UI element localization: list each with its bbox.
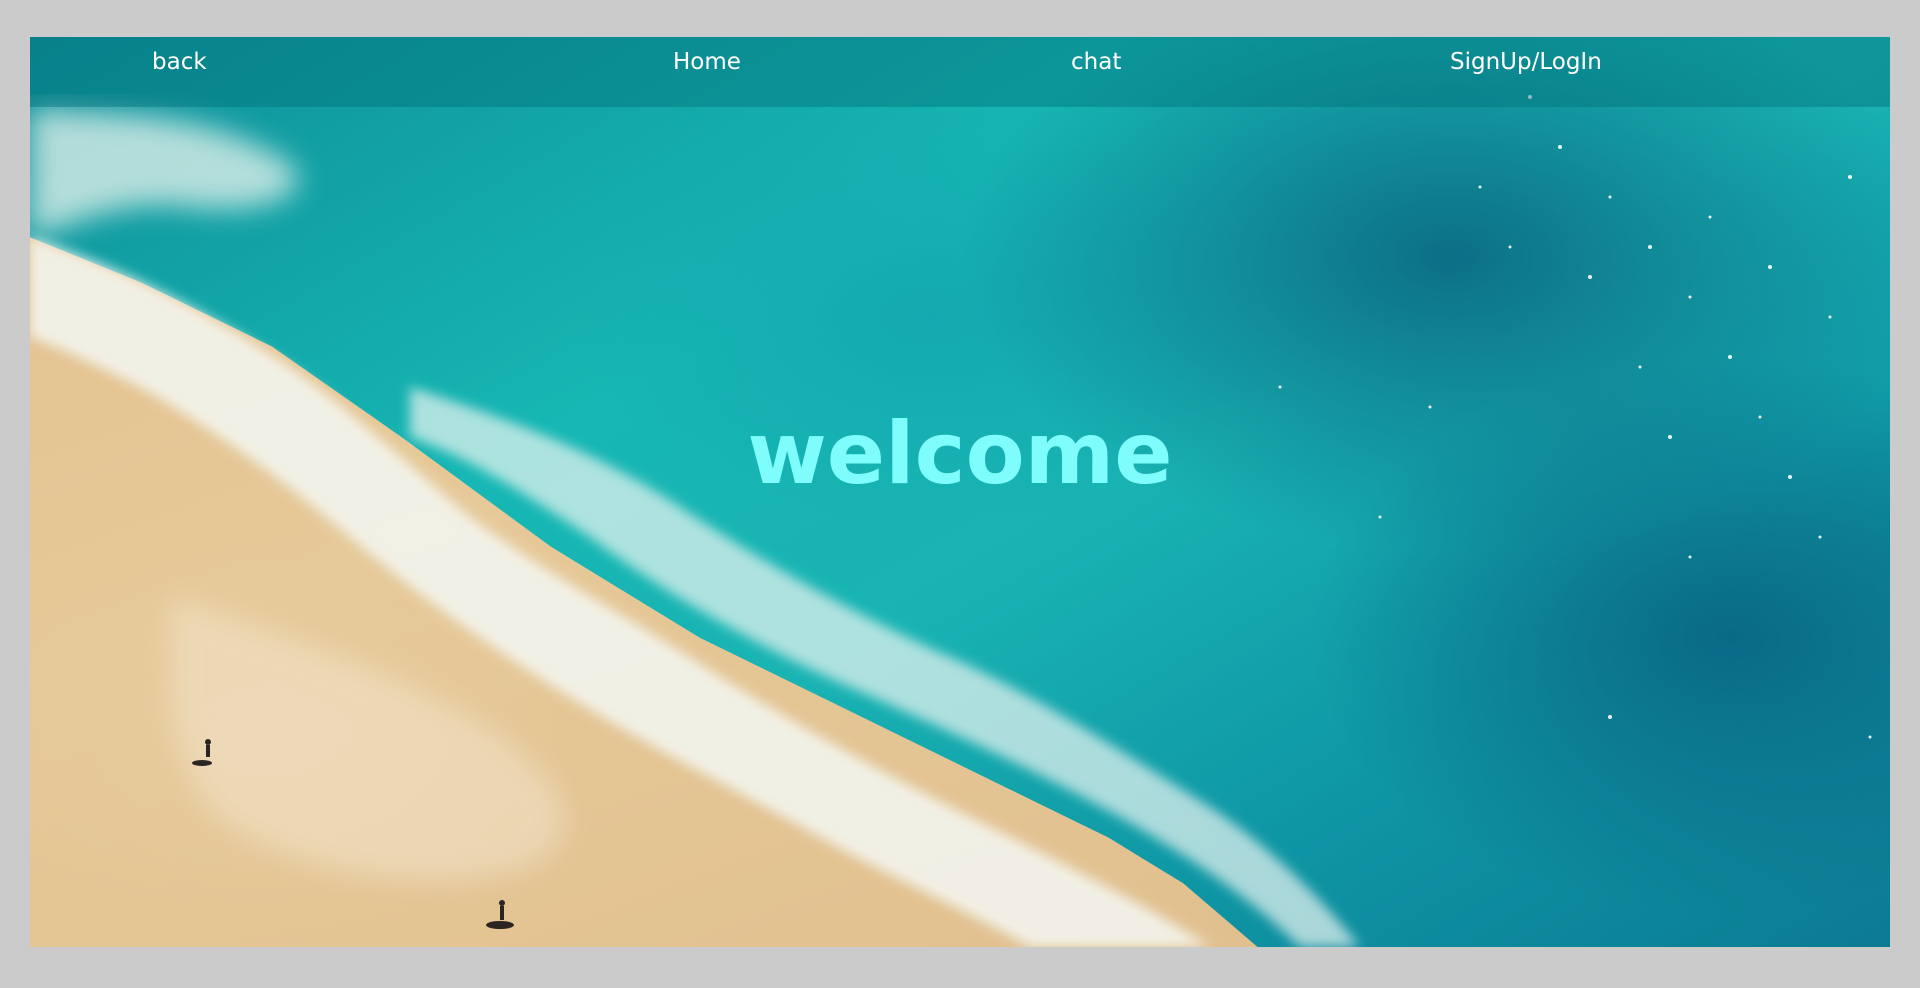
signup-login-link[interactable]: SignUp/LogIn (1450, 49, 1602, 75)
chat-link[interactable]: chat (1071, 49, 1121, 75)
home-link[interactable]: Home (673, 49, 741, 75)
welcome-heading: welcome (747, 404, 1173, 504)
top-navbar: back Home chat SignUp/LogIn (30, 37, 1890, 107)
back-link[interactable]: back (152, 49, 207, 75)
hero-frame: back Home chat SignUp/LogIn welcome (30, 37, 1890, 947)
